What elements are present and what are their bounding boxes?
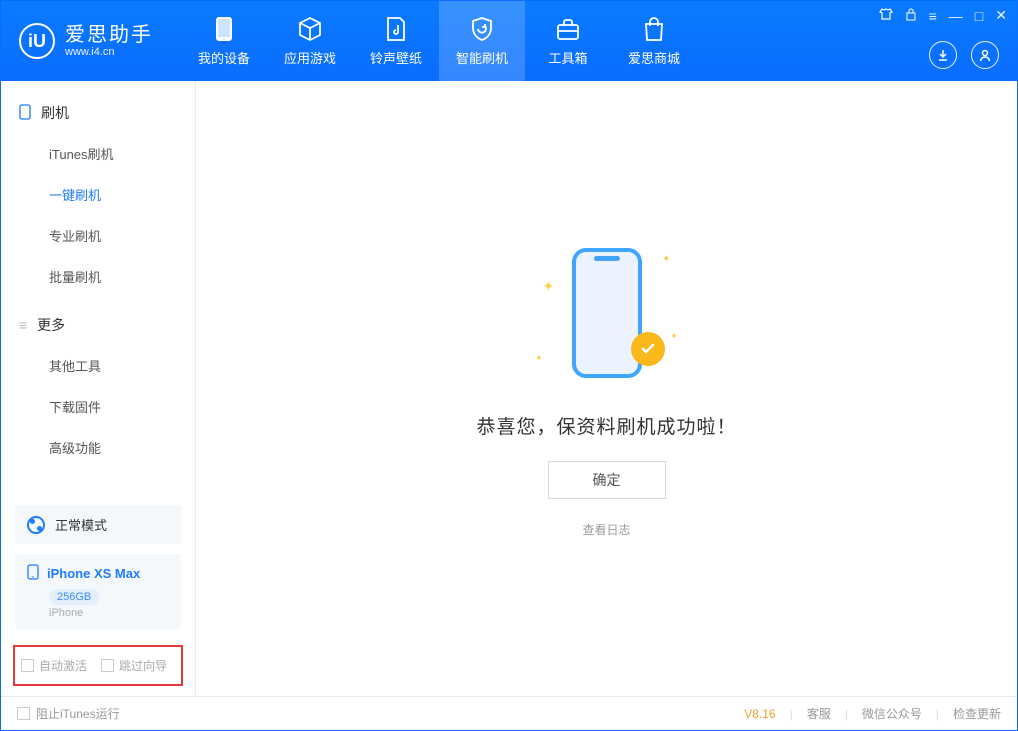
device-icon (211, 16, 237, 42)
sidebar-item-batch-flash[interactable]: 批量刷机 (1, 256, 195, 297)
sparkle-icon: ● (672, 331, 677, 340)
tab-smart-flash[interactable]: 智能刷机 (439, 1, 525, 81)
phone-outline-icon (572, 248, 642, 378)
list-icon: ≡ (19, 317, 27, 333)
user-button[interactable] (971, 41, 999, 69)
support-link[interactable]: 客服 (807, 705, 831, 722)
bag-icon (641, 16, 667, 42)
sidebar: 刷机 iTunes刷机 一键刷机 专业刷机 批量刷机 ≡ 更多 其他工具 下载固… (1, 81, 196, 696)
sidebar-item-advanced[interactable]: 高级功能 (1, 427, 195, 468)
device-storage-badge: 256GB (49, 589, 99, 605)
music-file-icon (383, 16, 409, 42)
tab-ringtone-wallpaper[interactable]: 铃声壁纸 (353, 1, 439, 81)
auto-activate-checkbox[interactable]: 自动激活 (21, 657, 87, 674)
check-badge-icon (631, 332, 665, 366)
top-tabs: 我的设备 应用游戏 铃声壁纸 智能刷机 工具箱 爱思商城 (181, 1, 697, 81)
header-right (929, 41, 999, 69)
tab-store[interactable]: 爱思商城 (611, 1, 697, 81)
tab-label: 智能刷机 (456, 48, 508, 67)
skip-wizard-checkbox[interactable]: 跳过向导 (101, 657, 167, 674)
sidebar-item-pro-flash[interactable]: 专业刷机 (1, 215, 195, 256)
wechat-link[interactable]: 微信公众号 (862, 705, 922, 722)
tab-toolbox[interactable]: 工具箱 (525, 1, 611, 81)
cube-icon (297, 16, 323, 42)
app-window: iU 爱思助手 www.i4.cn 我的设备 应用游戏 铃声壁纸 智能刷机 (0, 0, 1018, 731)
phone-small-icon (19, 104, 31, 123)
mode-label: 正常模式 (55, 515, 107, 534)
tab-label: 我的设备 (198, 48, 250, 67)
footer: 阻止iTunes运行 V8.16 | 客服 | 微信公众号 | 检查更新 (1, 696, 1017, 730)
block-itunes-checkbox[interactable]: 阻止iTunes运行 (17, 705, 120, 722)
success-illustration: ✦ ✦ ● ● (537, 240, 677, 390)
tab-label: 工具箱 (548, 48, 587, 67)
logo-icon: iU (19, 23, 55, 59)
sidebar-item-download-firmware[interactable]: 下载固件 (1, 386, 195, 427)
tab-my-device[interactable]: 我的设备 (181, 1, 267, 81)
device-card[interactable]: iPhone XS Max 256GB iPhone (15, 554, 181, 629)
shield-refresh-icon (469, 16, 495, 42)
sparkle-icon: ✦ (662, 254, 670, 265)
minimize-icon[interactable]: — (949, 8, 963, 24)
maximize-icon[interactable]: □ (975, 8, 983, 24)
mode-card[interactable]: 正常模式 (15, 505, 181, 544)
shirt-icon[interactable] (879, 7, 893, 24)
sparkle-icon: ✦ (543, 278, 555, 295)
close-icon[interactable]: ✕ (995, 7, 1007, 24)
app-url: www.i4.cn (65, 46, 153, 58)
body: 刷机 iTunes刷机 一键刷机 专业刷机 批量刷机 ≡ 更多 其他工具 下载固… (1, 81, 1017, 696)
sparkle-icon: ● (537, 353, 542, 362)
app-name: 爱思助手 (65, 24, 153, 46)
tab-label: 应用游戏 (284, 48, 336, 67)
tab-label: 铃声壁纸 (370, 48, 422, 67)
mode-icon (27, 516, 45, 534)
section-title: 更多 (37, 315, 65, 335)
main-content: ✦ ✦ ● ● 恭喜您，保资料刷机成功啦！ 确定 查看日志 (196, 81, 1017, 696)
device-phone-icon (27, 564, 39, 583)
version-label: V8.16 (744, 707, 775, 721)
sidebar-section-more: ≡ 更多 (1, 305, 195, 345)
sidebar-item-other-tools[interactable]: 其他工具 (1, 345, 195, 386)
menu-icon[interactable]: ≡ (929, 8, 937, 24)
sidebar-item-itunes-flash[interactable]: iTunes刷机 (1, 133, 195, 174)
toolbox-icon (555, 16, 581, 42)
tab-apps-games[interactable]: 应用游戏 (267, 1, 353, 81)
section-title: 刷机 (41, 103, 69, 123)
header: iU 爱思助手 www.i4.cn 我的设备 应用游戏 铃声壁纸 智能刷机 (1, 1, 1017, 81)
view-log-link[interactable]: 查看日志 (582, 521, 630, 538)
success-message: 恭喜您，保资料刷机成功啦！ (476, 412, 736, 439)
ok-button[interactable]: 确定 (548, 461, 666, 499)
download-button[interactable] (929, 41, 957, 69)
logo: iU 爱思助手 www.i4.cn (1, 1, 171, 81)
sidebar-section-flash: 刷机 (1, 93, 195, 133)
sidebar-item-oneclick-flash[interactable]: 一键刷机 (1, 174, 195, 215)
tab-label: 爱思商城 (628, 48, 680, 67)
check-update-link[interactable]: 检查更新 (953, 705, 1001, 722)
device-name: iPhone XS Max (47, 566, 140, 581)
lock-icon[interactable] (905, 7, 917, 24)
options-highlight-box: 自动激活 跳过向导 (13, 645, 183, 686)
titlebar-icons: ≡ — □ ✕ (879, 7, 1007, 24)
device-type: iPhone (49, 607, 169, 619)
